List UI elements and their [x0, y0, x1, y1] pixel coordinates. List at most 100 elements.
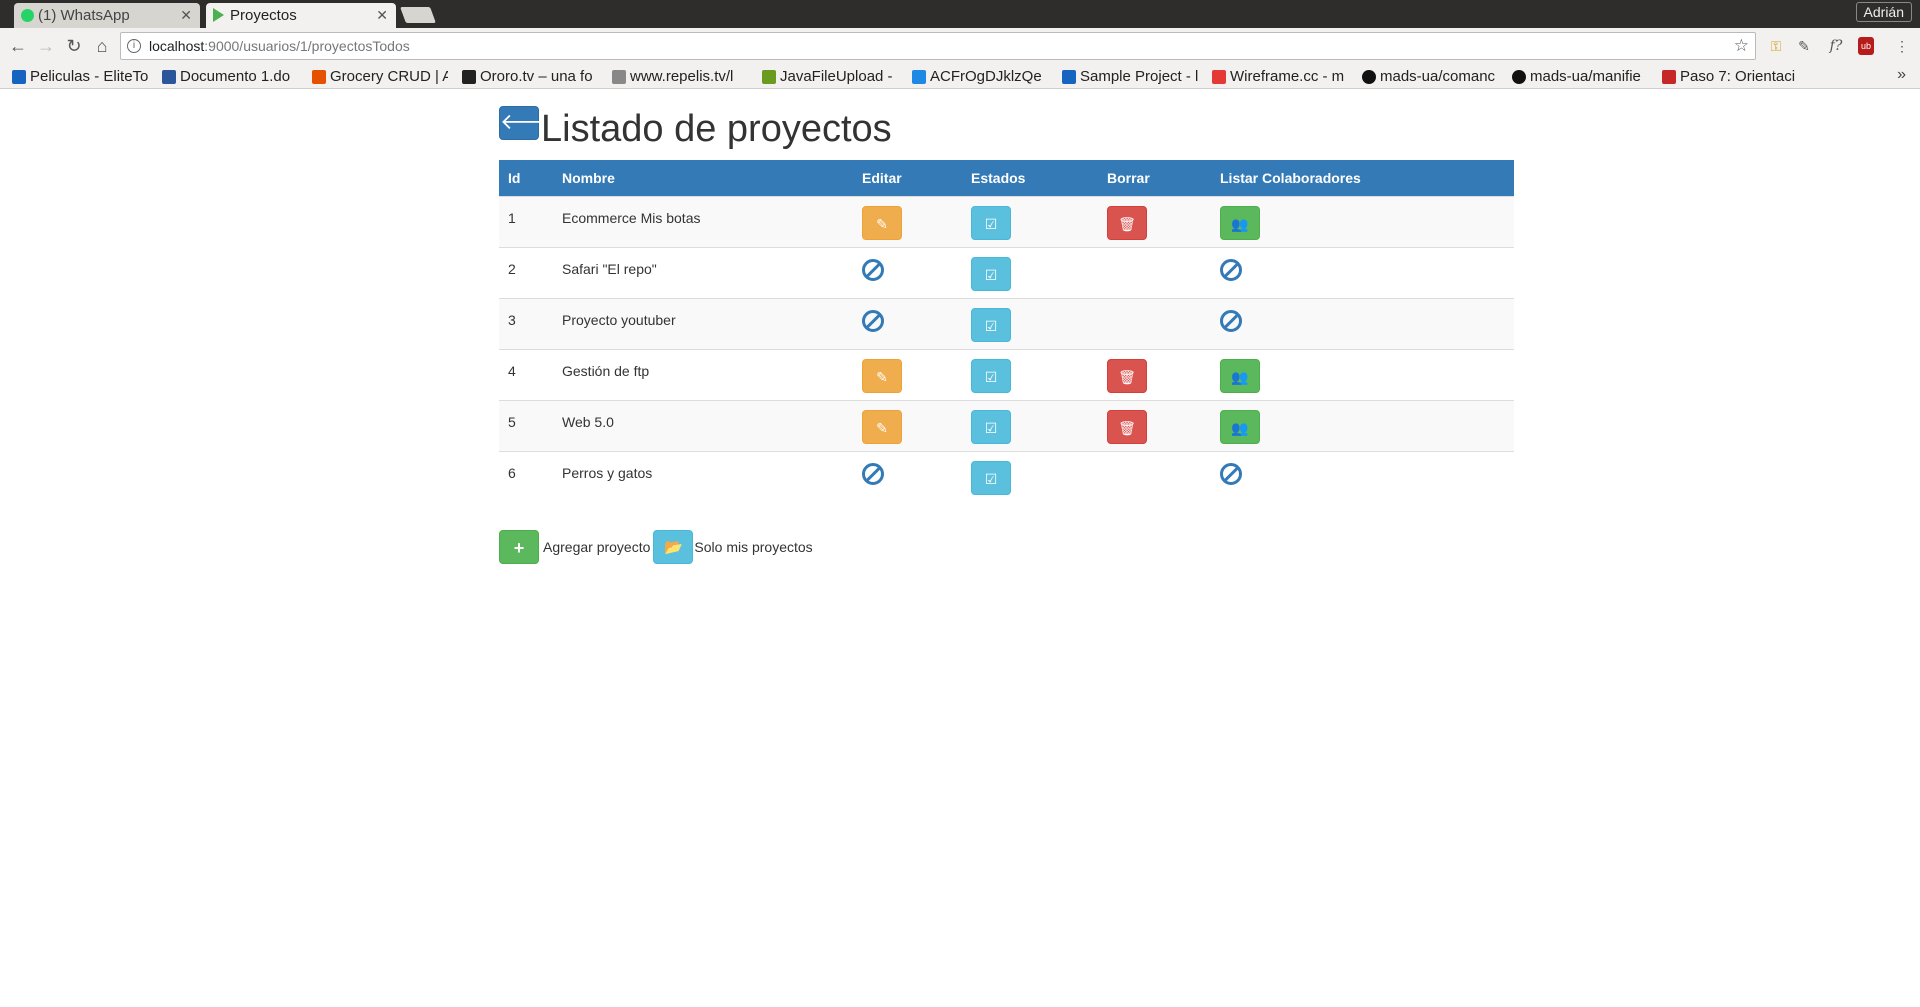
delete-button[interactable]: 🗑	[1107, 205, 1147, 240]
ban-icon	[862, 258, 884, 281]
tab-label: (1) WhatsApp	[38, 7, 130, 24]
bookmark-label: Wireframe.cc - m	[1230, 68, 1345, 85]
cell-states: ☑	[962, 246, 1098, 298]
bookmark-item[interactable]: Peliculas - EliteTo	[8, 68, 150, 86]
column-header-nombre: Nombre	[562, 169, 615, 186]
bookmark-label: mads-ua/comanc	[1380, 68, 1496, 85]
states-button[interactable]: ☑	[971, 205, 1011, 240]
back-arrow-icon[interactable]: ←	[8, 36, 28, 56]
edit-square-icon: ☑	[984, 419, 998, 436]
cell-id: 1	[499, 195, 553, 247]
states-button[interactable]: ☑	[971, 256, 1011, 291]
bookmark-item[interactable]: Grocery CRUD | A	[308, 68, 448, 86]
cell-collaborators: 👥	[1211, 195, 1514, 247]
cell-edit	[853, 297, 962, 349]
bookmark-item[interactable]: mads-ua/comanc	[1358, 68, 1500, 86]
cell-states: ☑	[962, 399, 1098, 451]
main-content: 🡐 Listado de proyectos Id Nombre Editar …	[499, 106, 1514, 564]
column-header-id: Id	[508, 169, 521, 186]
edit-square-icon: ☑	[984, 368, 998, 385]
reload-icon[interactable]: ↻	[64, 36, 84, 56]
edit-button[interactable]: ✎	[862, 358, 902, 393]
delete-button[interactable]: 🗑	[1107, 358, 1147, 393]
bookmark-item[interactable]: ACFrOgDJklzQe	[908, 68, 1048, 86]
new-tab-button[interactable]	[400, 7, 436, 23]
table-row: 2 Safari "El repo" ☑	[499, 246, 1514, 298]
extension-key-icon[interactable]: ⚿	[1766, 36, 1786, 56]
cell-id: 5	[499, 399, 553, 451]
bookmarks-bar: Peliculas - EliteTo Documento 1.do Groce…	[0, 65, 1920, 89]
bookmark-item[interactable]: Paso 7: Orientaci	[1658, 68, 1800, 86]
my-projects-button[interactable]: 📂	[653, 530, 694, 564]
tab-whatsapp[interactable]: (1) WhatsApp ✕	[14, 3, 200, 28]
cell-name: Web 5.0	[553, 399, 853, 451]
bookmark-item[interactable]: Ororo.tv – una fo	[458, 68, 598, 86]
cell-collaborators	[1211, 297, 1514, 349]
eyedropper-icon[interactable]: ✎	[1794, 36, 1814, 56]
bookmark-item[interactable]: JavaFileUpload -	[758, 68, 898, 86]
info-icon[interactable]: i	[127, 39, 141, 53]
collaborators-button[interactable]: 👥	[1220, 358, 1260, 393]
project-id: 4	[508, 362, 516, 379]
close-icon[interactable]: ✕	[376, 3, 388, 28]
project-id: 3	[508, 311, 516, 328]
cell-delete	[1098, 297, 1211, 349]
profile-button[interactable]: Adrián	[1855, 2, 1912, 22]
edit-button[interactable]: ✎	[862, 409, 902, 444]
add-project-button[interactable]: +	[499, 530, 539, 564]
footer-actions: + Agregar proyecto 📂 Solo mis proyectos	[499, 530, 1514, 564]
formula-icon[interactable]: f?	[1826, 36, 1846, 56]
folder-open-icon: 📂	[664, 539, 683, 556]
close-icon[interactable]: ✕	[180, 3, 192, 28]
bookmark-label: ACFrOgDJklzQe	[930, 68, 1042, 85]
delete-button[interactable]: 🗑	[1107, 409, 1147, 444]
whatsapp-icon	[21, 9, 34, 22]
menu-icon[interactable]: ⋮	[1892, 36, 1912, 56]
bookmark-item[interactable]: Documento 1.do	[158, 68, 296, 86]
project-name: Web 5.0	[562, 413, 614, 430]
github-icon	[1512, 70, 1526, 84]
ublock-icon[interactable]: ub	[1858, 37, 1874, 55]
tab-proyectos[interactable]: Proyectos ✕	[206, 3, 396, 28]
projects-table: Id Nombre Editar Estados Borrar Listar C…	[499, 160, 1514, 502]
project-id: 1	[508, 209, 516, 226]
bookmarks-overflow-button[interactable]: »	[1897, 66, 1906, 84]
users-icon: 👥	[1231, 368, 1249, 385]
table-row: 4 Gestión de ftp ✎ ☑ 🗑 👥	[499, 348, 1514, 400]
collaborators-button[interactable]: 👥	[1220, 409, 1260, 444]
address-bar[interactable]: i localhost:9000/usuarios/1/proyectosTod…	[120, 32, 1756, 60]
bookmark-item[interactable]: www.repelis.tv/l	[608, 68, 748, 86]
pencil-icon: ✎	[876, 368, 888, 385]
cell-id: 4	[499, 348, 553, 400]
back-button[interactable]: 🡐	[499, 106, 559, 140]
bookmark-icon	[912, 70, 926, 84]
bookmark-icon	[162, 70, 176, 84]
bookmark-item[interactable]: Wireframe.cc - m	[1208, 68, 1348, 86]
bookmark-icon	[312, 70, 326, 84]
home-icon[interactable]: ⌂	[92, 36, 112, 56]
collaborators-button[interactable]: 👥	[1220, 205, 1260, 240]
states-button[interactable]: ☑	[971, 307, 1011, 342]
bookmark-label: JavaFileUpload -	[780, 68, 893, 85]
cell-collaborators: 👥	[1211, 348, 1514, 400]
cell-name: Gestión de ftp	[553, 348, 853, 400]
ban-icon	[1220, 309, 1242, 332]
bookmark-label: Grocery CRUD | A	[330, 68, 448, 85]
tab-label: Proyectos	[230, 7, 297, 24]
github-icon	[1362, 70, 1376, 84]
bookmark-item[interactable]: Sample Project - l	[1058, 68, 1198, 86]
forward-arrow-icon[interactable]: →	[36, 36, 56, 56]
cell-collaborators	[1211, 450, 1514, 502]
bookmark-star-icon[interactable]: ☆	[1734, 33, 1749, 59]
states-button[interactable]: ☑	[971, 460, 1011, 495]
bookmark-item[interactable]: mads-ua/manifie	[1508, 68, 1650, 86]
trash-icon: 🗑	[1118, 215, 1136, 232]
my-projects-label[interactable]: Solo mis proyectos	[694, 539, 812, 555]
bookmark-label: Paso 7: Orientaci	[1680, 68, 1796, 85]
edit-button[interactable]: ✎	[862, 205, 902, 240]
column-header-colaboradores: Listar Colaboradores	[1220, 169, 1361, 186]
states-button[interactable]: ☑	[971, 409, 1011, 444]
page-header: 🡐 Listado de proyectos	[499, 106, 1514, 156]
states-button[interactable]: ☑	[971, 358, 1011, 393]
add-project-label[interactable]: Agregar proyecto	[543, 539, 650, 555]
